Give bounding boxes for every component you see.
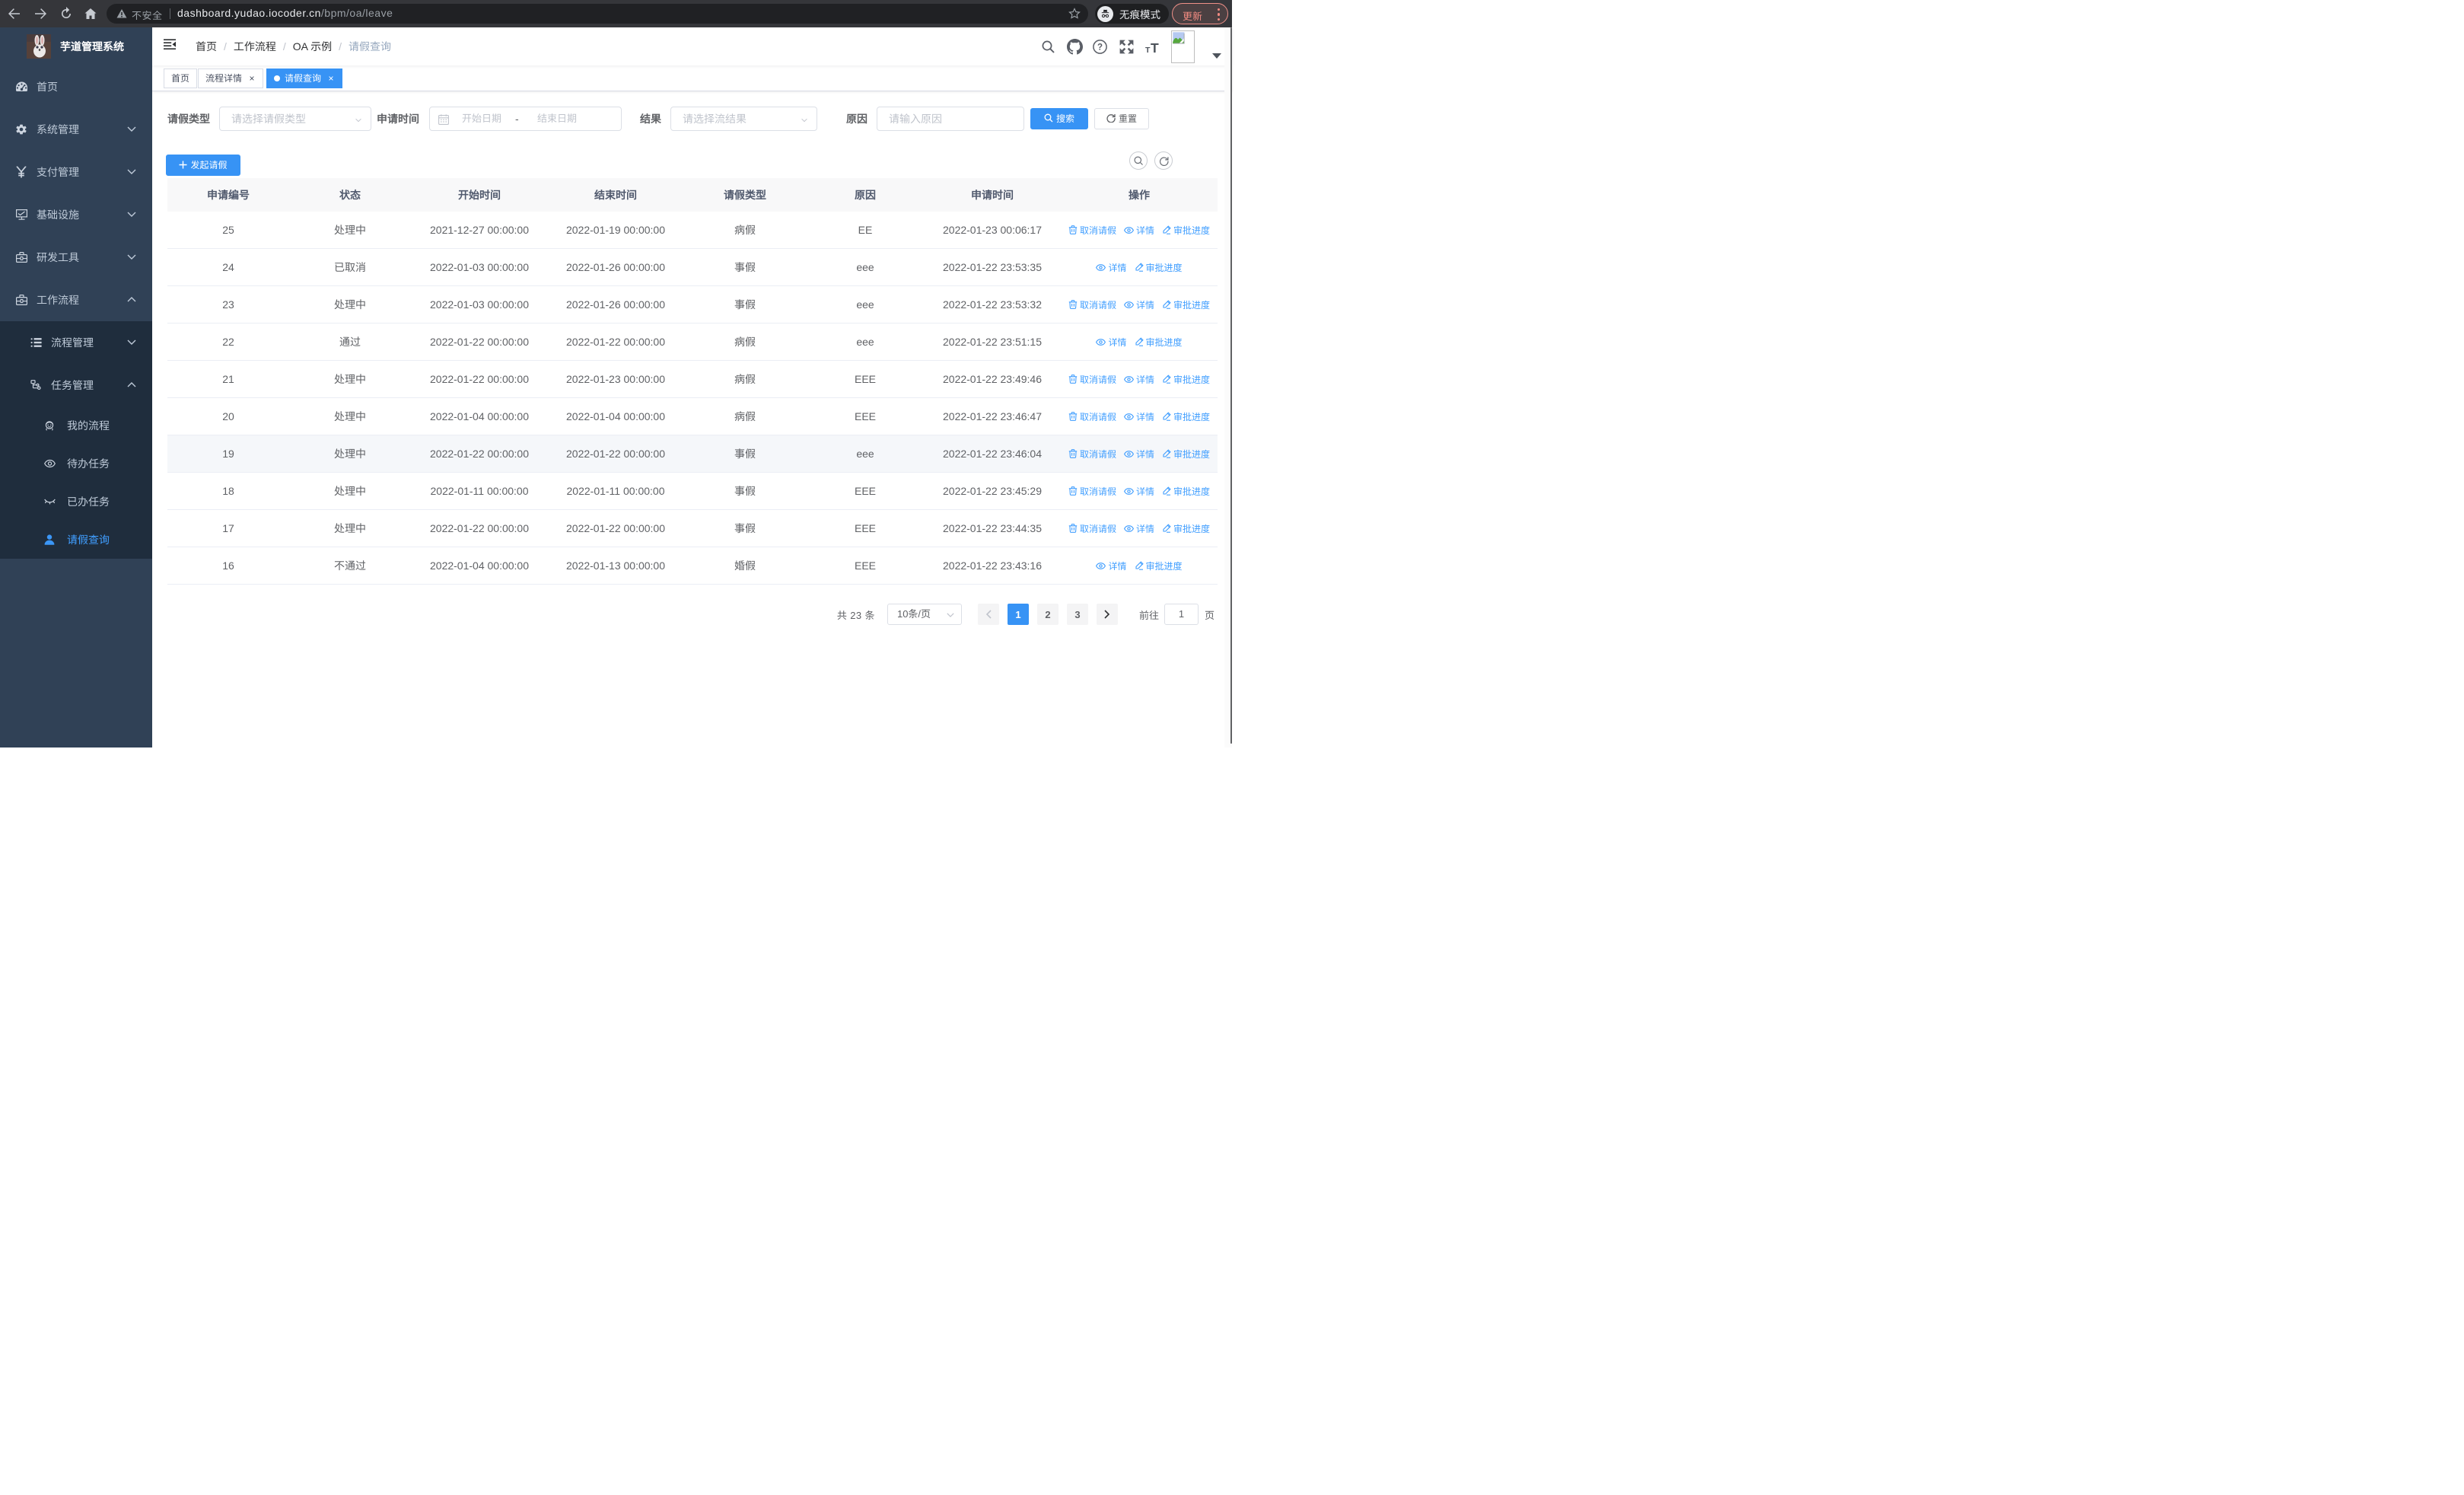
svg-text:T: T xyxy=(1145,46,1151,53)
svg-text:?: ? xyxy=(1097,43,1102,52)
svg-text:T: T xyxy=(1151,40,1159,53)
